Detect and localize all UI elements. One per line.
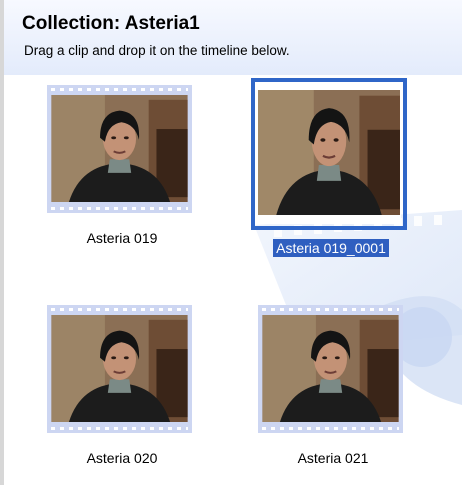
video-frame-image: [51, 315, 188, 422]
clip-item[interactable]: Asteria 019: [42, 85, 202, 270]
clip-label[interactable]: Asteria 021: [253, 450, 413, 466]
clip-thumbnail[interactable]: [42, 300, 202, 435]
clip-item[interactable]: Asteria 020: [42, 300, 202, 485]
clip-thumbnail[interactable]: [42, 85, 202, 220]
clip-item-selected[interactable]: Asteria 019_0001: [251, 78, 411, 270]
collection-header: Collection: Asteria1 Drag a clip and dro…: [4, 0, 462, 75]
clip-item[interactable]: Asteria 021: [253, 300, 413, 485]
clip-label[interactable]: Asteria 020: [42, 450, 202, 466]
video-frame-image: [51, 95, 188, 202]
clip-label[interactable]: Asteria 019_0001: [251, 239, 411, 257]
video-frame-image: [258, 90, 400, 215]
clip-thumbnail[interactable]: [253, 300, 413, 435]
collection-instructions: Drag a clip and drop it on the timeline …: [24, 43, 290, 58]
clip-thumbnail[interactable]: [251, 78, 411, 230]
collection-title: Collection: Asteria1: [22, 13, 200, 34]
clip-gallery[interactable]: Asteria 019 Asteria 019_0001 Asteria 020…: [4, 75, 462, 485]
clip-label[interactable]: Asteria 019: [42, 230, 202, 246]
video-frame-image: [262, 315, 399, 422]
